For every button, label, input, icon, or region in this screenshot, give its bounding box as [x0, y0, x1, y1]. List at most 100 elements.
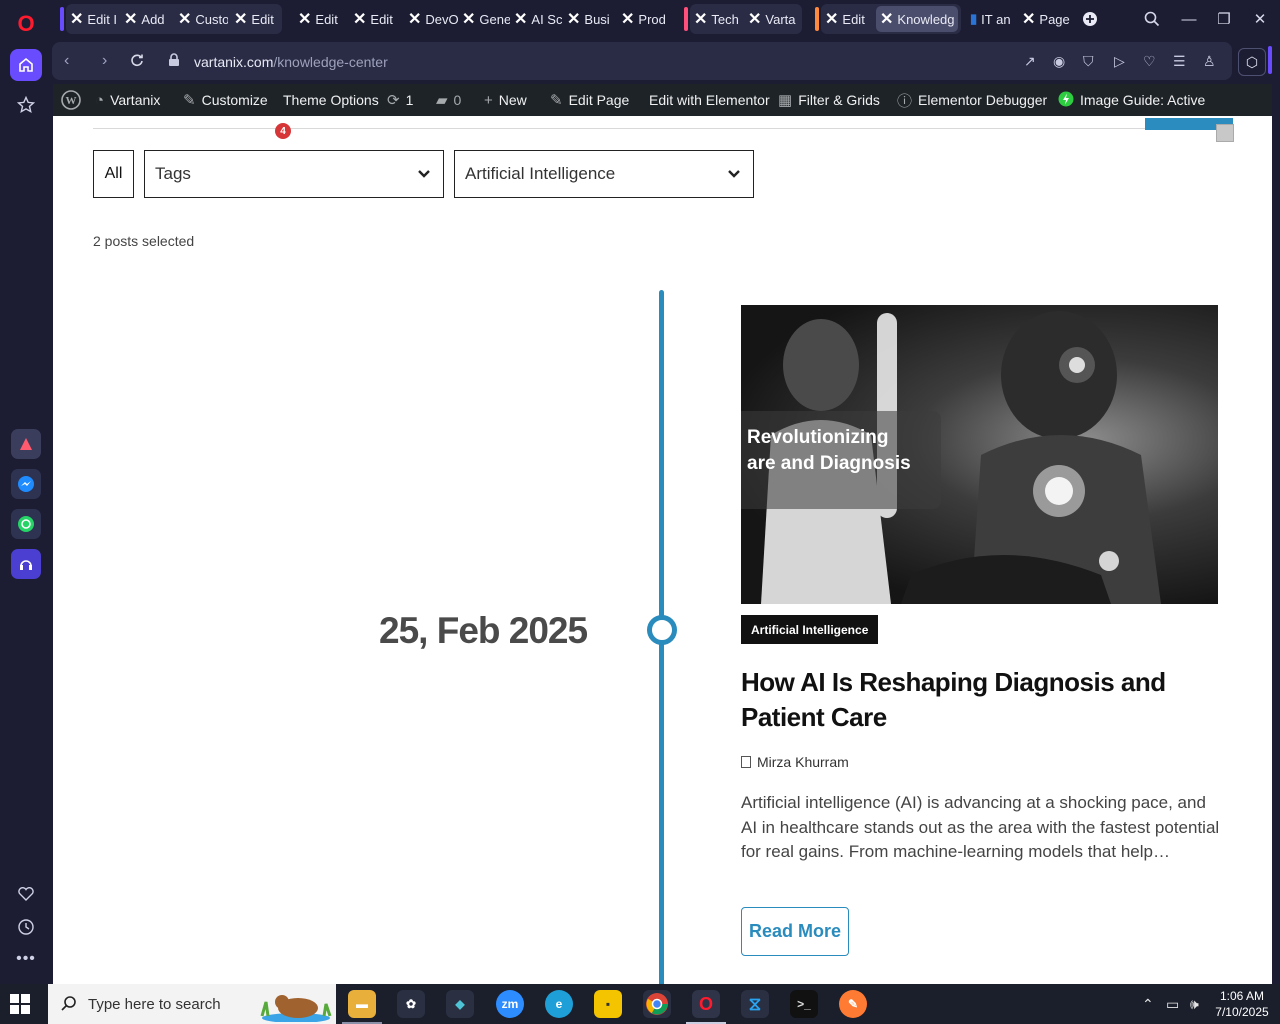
paint-icon[interactable]: ✿: [397, 990, 425, 1018]
post-title[interactable]: How AI Is Reshaping Diagnosis and Patien…: [741, 665, 1211, 735]
avatar[interactable]: [1216, 124, 1234, 142]
minimize-icon[interactable]: —: [1175, 6, 1203, 32]
windows-start-icon[interactable]: [10, 994, 30, 1014]
reload-icon[interactable]: [130, 53, 144, 72]
tab-varta[interactable]: ✕ Varta: [748, 6, 798, 32]
easy-setup-icon[interactable]: ☰: [1173, 53, 1186, 70]
wp-edit-page[interactable]: ✎ Edit Page: [550, 84, 629, 116]
tab-edit-2[interactable]: ✕ Edit: [234, 6, 280, 32]
tab-devops[interactable]: ✕ DevO: [408, 6, 458, 32]
search-tabs-icon[interactable]: [1138, 6, 1166, 32]
vscode-icon[interactable]: ⧖: [741, 990, 769, 1018]
x-logo-icon: ✕: [880, 11, 894, 28]
x-logo-icon: ✕: [70, 11, 84, 28]
wp-updates[interactable]: ⟳ 1: [387, 84, 413, 116]
category-dropdown[interactable]: Artificial Intelligence: [454, 150, 754, 198]
new-tab-button[interactable]: [1076, 6, 1104, 32]
category-badge[interactable]: Artificial Intelligence: [741, 615, 879, 644]
close-window-icon[interactable]: ✕: [1246, 6, 1274, 32]
image-caption-box: Revolutionizing are and Diagnosis: [741, 411, 941, 509]
tab-add[interactable]: ✕ Add: [124, 6, 172, 32]
tab-edit-5[interactable]: ✕ Edit: [825, 6, 873, 32]
shield-icon[interactable]: ⛉: [1083, 53, 1094, 70]
chevron-down-icon: [727, 165, 741, 179]
messenger-icon[interactable]: [11, 469, 41, 499]
history-icon[interactable]: [10, 911, 42, 943]
wp-image-guide[interactable]: Image Guide: Active: [1058, 84, 1205, 116]
tab-custom[interactable]: ✕ Custo: [178, 6, 228, 32]
x-logo-icon: ✕: [694, 11, 708, 28]
tab-ai-sc[interactable]: ✕ AI Sc: [514, 6, 562, 32]
terminal-icon[interactable]: >_: [790, 990, 818, 1018]
wp-theme-options[interactable]: Theme Options: [283, 84, 379, 116]
bolt-icon: [1058, 91, 1074, 110]
brush-icon: ✎: [183, 92, 196, 109]
pencil-icon: ✎: [550, 92, 563, 109]
wp-new[interactable]: + New: [484, 84, 527, 116]
tab-tech[interactable]: ✕ Tech: [694, 6, 744, 32]
wp-elementor-debugger[interactable]: ⓘ Elementor Debugger: [897, 84, 1047, 116]
star-icon[interactable]: [10, 89, 42, 121]
taskbar: Type here to search ▬ ✿ ◆ zm e ▪ O ⧖ >_ …: [0, 984, 1280, 1024]
aria-app-icon[interactable]: [11, 429, 41, 459]
edge-icon[interactable]: e: [545, 990, 573, 1018]
tab-group-pink-marker: [684, 7, 688, 31]
send-icon[interactable]: ▷: [1114, 53, 1125, 70]
restore-icon[interactable]: ❐: [1210, 6, 1238, 32]
wp-filter-grids[interactable]: ▦ Filter & Grids: [778, 84, 880, 116]
camera-icon[interactable]: ◉: [1053, 53, 1065, 70]
address-bar-row: ‹ › vartanix.com/knowledge-center ↗ ◉ ⛉ …: [52, 40, 1280, 84]
share-icon[interactable]: ↗: [1024, 53, 1036, 70]
extensions-cube-icon[interactable]: ⬡: [1238, 48, 1266, 76]
profile-icon[interactable]: ♙: [1203, 53, 1216, 70]
filter-all-button[interactable]: All: [93, 150, 134, 198]
wordpress-logo-icon[interactable]: W: [61, 84, 81, 116]
x-logo-icon: ✕: [621, 11, 635, 28]
file-explorer-icon[interactable]: ▬: [348, 990, 376, 1018]
tab-edit-4[interactable]: ✕ Edit: [353, 6, 401, 32]
postman-icon[interactable]: ✎: [839, 990, 867, 1018]
opera-logo-icon[interactable]: O: [10, 8, 42, 40]
heart-icon[interactable]: [10, 878, 42, 910]
sticky-notes-icon[interactable]: ▪: [594, 990, 622, 1018]
tab-edit-3[interactable]: ✕ Edit: [298, 6, 346, 32]
page-content: 4 All Tags Artificial Intelligence 2 pos…: [53, 116, 1272, 984]
tab-gene[interactable]: ✕ Gene: [462, 6, 510, 32]
wp-customize[interactable]: ✎ Customize: [183, 84, 268, 116]
search-icon: [60, 995, 78, 1018]
back-icon[interactable]: ‹: [64, 52, 69, 70]
wp-comments[interactable]: ▰ 0: [436, 84, 461, 116]
tab-prod[interactable]: ✕ Prod: [621, 6, 671, 32]
tab-edit-1[interactable]: ✕ Edit I: [70, 6, 118, 32]
music-player-icon[interactable]: [11, 549, 41, 579]
opera-icon[interactable]: O: [692, 990, 720, 1018]
tab-busi[interactable]: ✕ Busi: [567, 6, 615, 32]
read-more-button[interactable]: Read More: [741, 907, 849, 956]
chrome-icon[interactable]: [643, 990, 671, 1018]
zoom-icon[interactable]: zm: [496, 990, 524, 1018]
post-featured-image[interactable]: Revolutionizing are and Diagnosis: [741, 305, 1218, 604]
wp-site-name[interactable]: ◔ Vartanix: [95, 84, 160, 116]
search-highlight-capybara-icon: [258, 988, 334, 1024]
x-logo-icon: ✕: [567, 11, 581, 28]
whatsapp-icon[interactable]: [11, 509, 41, 539]
show-hidden-icons-chevron-icon[interactable]: ⌃: [1142, 996, 1154, 1013]
tags-dropdown[interactable]: Tags: [144, 150, 444, 198]
tab-it-an[interactable]: ▮ IT an: [970, 6, 1016, 32]
wp-edit-elementor[interactable]: Edit with Elementor: [649, 84, 770, 116]
network-icon[interactable]: ▭: [1166, 996, 1179, 1013]
home-icon[interactable]: [10, 49, 42, 81]
dev-tool-icon[interactable]: ◆: [446, 990, 474, 1018]
forward-icon[interactable]: ›: [102, 52, 107, 70]
lock-icon[interactable]: [168, 53, 180, 72]
url-field[interactable]: vartanix.com/knowledge-center: [194, 54, 388, 70]
post-author[interactable]: Mirza Khurram: [741, 754, 849, 770]
tab-knowledge-active[interactable]: ✕ Knowledg: [876, 6, 958, 32]
favorite-heart-icon[interactable]: ♡: [1143, 53, 1156, 70]
notification-badge: 4: [275, 123, 291, 139]
taskbar-search-box[interactable]: Type here to search: [48, 984, 336, 1024]
tab-page[interactable]: ✕ Page: [1022, 6, 1072, 32]
more-options-icon[interactable]: •••: [10, 943, 42, 975]
system-clock[interactable]: 1:06 AM 7/10/2025: [1212, 988, 1272, 1020]
volume-icon[interactable]: 🕪: [1190, 996, 1199, 1013]
